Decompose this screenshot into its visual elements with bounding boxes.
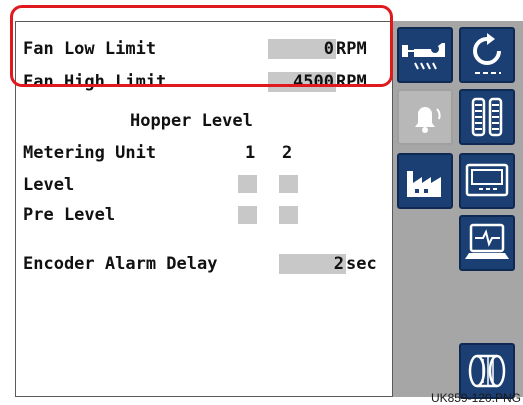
level-label: Level bbox=[23, 175, 75, 195]
metering-unit-label: Metering Unit bbox=[23, 143, 157, 163]
refresh-button[interactable] bbox=[459, 27, 515, 83]
factory-icon bbox=[407, 171, 441, 197]
metering-roller-icon bbox=[468, 354, 506, 388]
monitor-signal-button[interactable] bbox=[459, 215, 515, 271]
hopper-level-title: Hopper Level bbox=[130, 111, 253, 131]
monitor-signal-icon bbox=[465, 223, 509, 259]
sidebar bbox=[393, 21, 523, 399]
level-indicator-unit-1 bbox=[238, 175, 257, 193]
pre-level-indicator-unit-2 bbox=[279, 206, 298, 224]
level-indicator-unit-2 bbox=[279, 175, 298, 193]
hopper-tracks-icon bbox=[471, 97, 503, 137]
hopper-tracks-button[interactable] bbox=[459, 89, 515, 145]
factory-button[interactable] bbox=[397, 153, 453, 209]
pre-level-indicator-unit-1 bbox=[238, 206, 257, 224]
image-caption: UK859-120.PNG bbox=[430, 391, 521, 405]
seeder-icon bbox=[402, 43, 445, 70]
fan-limits-highlight bbox=[10, 5, 393, 87]
pre-level-label: Pre Level bbox=[23, 205, 116, 225]
encoder-alarm-delay-label: Encoder Alarm Delay bbox=[23, 254, 218, 274]
display-icon bbox=[465, 163, 509, 197]
alarm-bell-icon bbox=[415, 107, 441, 133]
encoder-alarm-delay-unit: sec bbox=[346, 254, 377, 274]
metering-unit-2-label: 2 bbox=[282, 143, 293, 163]
alarm-button[interactable] bbox=[397, 89, 453, 145]
seeder-button[interactable] bbox=[397, 27, 453, 83]
display-button[interactable] bbox=[459, 153, 515, 209]
encoder-alarm-delay-field[interactable]: 2 bbox=[279, 254, 346, 274]
refresh-icon bbox=[473, 33, 501, 74]
metering-unit-1-label: 1 bbox=[245, 143, 256, 163]
